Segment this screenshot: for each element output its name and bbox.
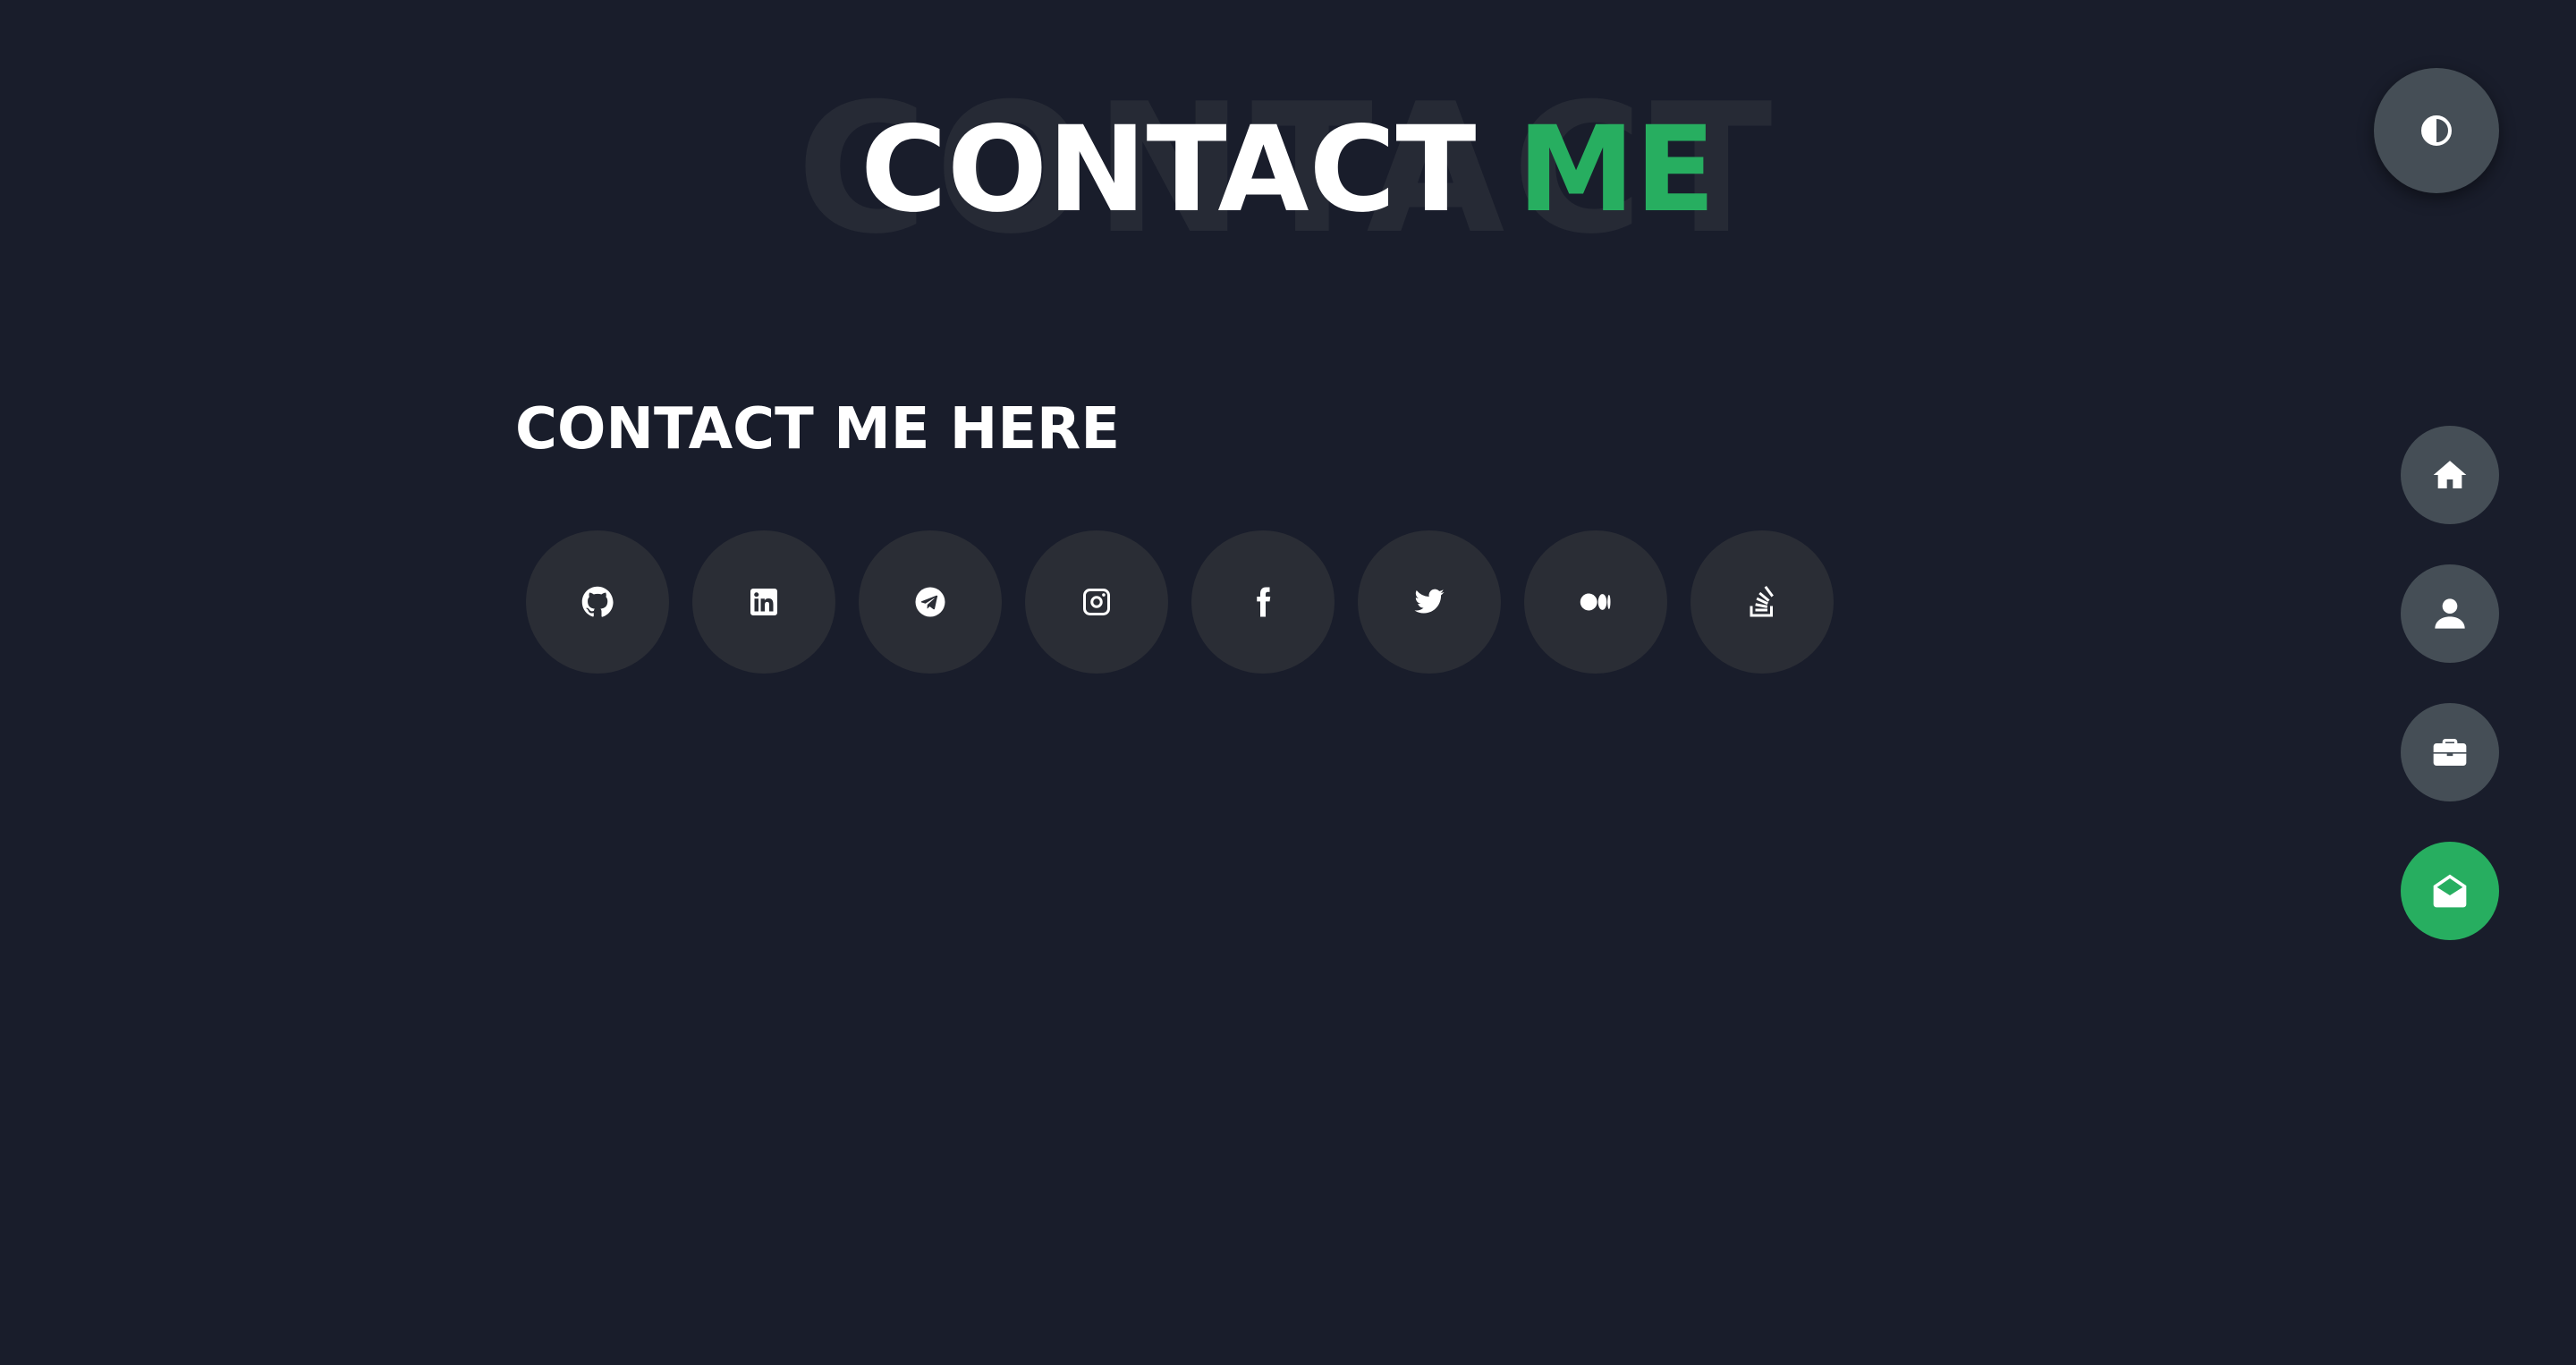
stackoverflow-icon bbox=[1750, 586, 1774, 617]
medium-link[interactable] bbox=[1524, 530, 1667, 674]
instagram-link[interactable] bbox=[1025, 530, 1168, 674]
page-heading: CONTACT CONTACT ME bbox=[0, 81, 2576, 259]
nav-contact-button[interactable] bbox=[2401, 842, 2499, 940]
user-icon bbox=[2435, 598, 2465, 629]
envelope-open-icon bbox=[2433, 874, 2467, 908]
linkedin-link[interactable] bbox=[692, 530, 835, 674]
facebook-link[interactable] bbox=[1191, 530, 1335, 674]
github-icon bbox=[581, 586, 614, 617]
page-title-main: CONTACT bbox=[860, 101, 1477, 239]
twitter-icon bbox=[1414, 589, 1445, 614]
briefcase-icon bbox=[2433, 739, 2467, 766]
contact-page: CONTACT CONTACT ME CONTACT ME HERE bbox=[0, 0, 2576, 1365]
telegram-link[interactable] bbox=[859, 530, 1002, 674]
theme-toggle-button[interactable] bbox=[2374, 68, 2499, 193]
stackoverflow-link[interactable] bbox=[1690, 530, 1834, 674]
contact-subheading: CONTACT ME HERE bbox=[515, 396, 1121, 462]
linkedin-icon bbox=[750, 589, 777, 615]
nav-portfolio-button[interactable] bbox=[2401, 703, 2499, 801]
github-link[interactable] bbox=[526, 530, 669, 674]
nav-about-button[interactable] bbox=[2401, 564, 2499, 663]
contrast-icon bbox=[2421, 115, 2452, 146]
social-links bbox=[526, 530, 1834, 674]
nav-home-button[interactable] bbox=[2401, 426, 2499, 524]
telegram-icon bbox=[915, 587, 945, 617]
home-icon bbox=[2433, 461, 2467, 488]
facebook-icon bbox=[1257, 587, 1271, 617]
twitter-link[interactable] bbox=[1358, 530, 1501, 674]
instagram-icon bbox=[1083, 589, 1110, 615]
side-navigation bbox=[2401, 426, 2499, 940]
page-title: CONTACT ME bbox=[0, 98, 2576, 242]
page-title-accent: ME bbox=[1517, 101, 1716, 239]
medium-icon bbox=[1580, 593, 1611, 611]
